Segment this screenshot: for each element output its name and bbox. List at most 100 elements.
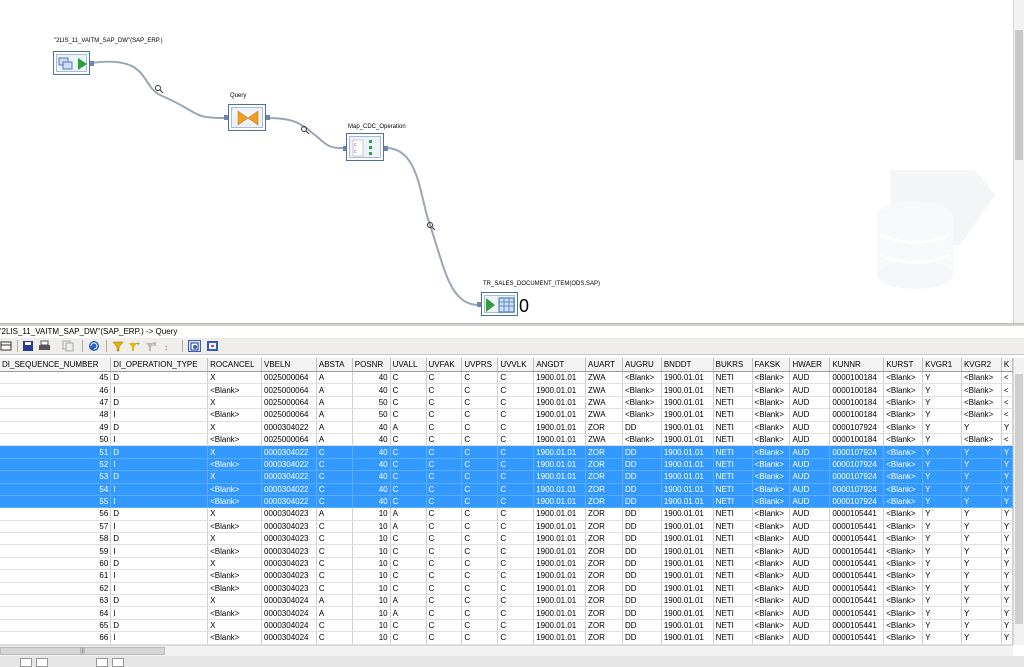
column-header[interactable]: ANGDT <box>533 358 587 372</box>
page-last-button[interactable] <box>112 658 124 667</box>
column-header[interactable]: AUGRU <box>622 358 662 372</box>
table-cell: 1900.01.01 <box>661 396 714 410</box>
refresh-icon[interactable] <box>88 340 101 352</box>
data-grid[interactable]: DI_SEQUENCE_NUMBER DI_OPERATION_TYPE ROCAN… <box>0 358 1013 645</box>
scrollbar-thumb[interactable]: ||| <box>0 647 165 655</box>
table-row[interactable]: 60 D X 0000304023 C 10 C C C C 1900.01.01 ZOR DD 1900… <box>0 557 1013 571</box>
table-row[interactable]: 66 I <Blank> 0000304024 C 10 C C C C 1900.01.01 ZOR… <box>0 631 1013 645</box>
column-header[interactable]: DI_SEQUENCE_NUMBER <box>0 358 112 372</box>
view-data-icon[interactable] <box>154 85 164 93</box>
table-row[interactable]: 64 I <Blank> 0000304024 A 10 A C C C 1900.01.01 ZOR… <box>0 606 1013 620</box>
table-cell: <Blank> <box>207 520 262 534</box>
page-next-button[interactable] <box>96 658 108 667</box>
table-row[interactable]: 45 D X 0025000064 A 40 C C C C 1900.01.01 ZWA <Blank… <box>0 371 1013 385</box>
column-header[interactable]: ROCANCEL <box>207 358 262 372</box>
table-cell: 52 <box>0 458 112 472</box>
table-row[interactable]: 52 I <Blank> 0000304022 C 40 C C C C 1900.01.01 ZOR… <box>0 458 1013 472</box>
column-header[interactable]: BNDDT <box>661 358 714 372</box>
column-header[interactable]: POSNR <box>352 358 391 372</box>
column-header[interactable]: KURST <box>883 358 924 372</box>
column-header[interactable]: UVFAK <box>426 358 463 372</box>
table-row[interactable]: 46 I <Blank> 0025000064 A 40 C C C C 1900.01.01 ZWA… <box>0 383 1013 397</box>
map-cdc-node[interactable]: c c <box>346 133 384 161</box>
table-row[interactable]: 54 I <Blank> 0000304022 C 40 C C C C 1900.01.01 ZOR… <box>0 483 1013 496</box>
source-node[interactable] <box>53 51 90 75</box>
page-prev-button[interactable] <box>36 658 48 667</box>
table-row[interactable]: 49 D X 0000304022 A 40 A C C C 1900.01.01 ZOR DD 1900… <box>0 421 1013 434</box>
table-cell: <Blank> <box>883 569 924 583</box>
table-row[interactable]: 56 D X 0000304023 A 10 A C C C 1900.01.01 ZOR DD 1900… <box>0 507 1013 521</box>
table-cell: C <box>426 470 463 484</box>
column-header[interactable]: FAKSK <box>752 358 791 372</box>
column-header[interactable]: UVALL <box>390 358 427 372</box>
table-row[interactable]: 48 I <Blank> 0025000064 A 50 C C C C 1900.01.01 ZWA… <box>0 408 1013 422</box>
table-cell: 0000107924 <box>829 470 885 484</box>
grid-icon[interactable] <box>0 340 13 352</box>
table-row[interactable]: 53 D X 0000304022 C 40 C C C C 1900.01.01 ZOR DD 1900… <box>0 470 1013 484</box>
column-header[interactable]: KUNNR <box>829 358 885 372</box>
table-cell: 1900.01.01 <box>533 421 587 434</box>
canvas-vertical-scrollbar[interactable] <box>1013 0 1024 323</box>
table-cell: C <box>497 606 535 620</box>
table-cell: DD <box>622 631 662 645</box>
column-header[interactable]: HWAER <box>789 358 831 372</box>
table-row[interactable]: 57 I <Blank> 0000304023 C 10 A C C C 1900.01.01 ZOR… <box>0 520 1013 534</box>
copy-icon[interactable] <box>62 340 75 352</box>
column-header[interactable]: BUKRS <box>713 358 753 372</box>
table-row[interactable]: 63 D X 0000304024 A 10 A C C C 1900.01.01 ZOR DD 1900… <box>0 594 1013 608</box>
view-data-icon[interactable] <box>426 222 436 230</box>
table-cell: C <box>390 371 427 385</box>
column-header[interactable]: ABSTA <box>316 358 353 372</box>
table-row[interactable]: 59 I <Blank> 0000304023 C 10 C C C C 1900.01.01 ZOR… <box>0 544 1013 558</box>
column-header[interactable]: VBELN <box>261 358 317 372</box>
table-cell: Y <box>922 371 962 385</box>
table-row[interactable]: 51 D X 0000304022 C 40 C C C C 1900.01.01 ZOR DD 1900… <box>0 445 1013 459</box>
column-header[interactable]: UVPRS <box>461 358 499 372</box>
dataflow-canvas[interactable]: "2LIS_11_VAITM_SAP_DW"(SAP_ERP.) Query M… <box>0 0 1013 323</box>
column-header[interactable]: UVVLK <box>497 358 535 372</box>
add-filter-icon[interactable]: + <box>128 340 141 352</box>
query-node[interactable] <box>228 104 266 131</box>
table-cell: ZOR <box>585 532 623 546</box>
compare-icon[interactable] <box>188 340 201 352</box>
table-row[interactable]: 62 I <Blank> 0000304023 C 10 C C C C 1900.01.01 ZOR… <box>0 582 1013 596</box>
remove-filter-icon[interactable]: x <box>145 340 158 352</box>
table-cell: A <box>390 520 427 534</box>
table-cell: 1900.01.01 <box>533 619 587 633</box>
scrollbar-thumb[interactable] <box>1015 374 1023 624</box>
column-header[interactable]: K <box>1001 358 1013 372</box>
save-icon[interactable] <box>22 340 35 352</box>
column-header[interactable]: DI_OPERATION_TYPE <box>110 358 209 372</box>
table-row[interactable]: 65 D X 0000304024 C 10 C C C C 1900.01.01 ZOR DD 1900… <box>0 619 1013 633</box>
source-table-icon <box>58 57 87 70</box>
filter-icon[interactable] <box>112 340 125 352</box>
view-icon[interactable] <box>206 340 219 352</box>
grid-vertical-scrollbar[interactable] <box>1013 358 1024 645</box>
table-cell: <Blank> <box>961 433 1002 447</box>
table-cell: 0025000064 <box>261 371 317 385</box>
grid-horizontal-scrollbar[interactable]: ||| <box>0 645 1013 656</box>
query-output-port[interactable] <box>266 115 270 120</box>
table-row[interactable]: 61 I <Blank> 0000304023 C 10 C C C C 1900.01.01 ZOR… <box>0 569 1013 583</box>
table-cell: C <box>461 606 499 620</box>
map-output-port[interactable] <box>384 146 388 151</box>
sort-icon[interactable]: ↕ <box>163 340 176 352</box>
page-first-button[interactable] <box>20 658 32 667</box>
column-header[interactable]: KVGR2 <box>961 358 1002 372</box>
print-icon[interactable] <box>38 340 51 352</box>
source-output-port[interactable] <box>90 61 94 66</box>
table-cell: C <box>461 619 499 633</box>
table-row[interactable]: 47 D X 0025000064 A 50 C C C C 1900.01.01 ZWA <Blank… <box>0 396 1013 410</box>
table-cell: I <box>110 383 209 397</box>
target-node[interactable] <box>481 292 518 316</box>
view-data-icon[interactable] <box>300 126 310 134</box>
scrollbar-thumb[interactable] <box>1015 30 1023 160</box>
table-cell: C <box>461 371 499 385</box>
table-row[interactable]: 58 D X 0000304023 C 10 C C C C 1900.01.01 ZOR DD 1900… <box>0 532 1013 546</box>
table-row[interactable]: 50 I <Blank> 0025000064 A 40 C C C C 1900.01.01 ZWA… <box>0 433 1013 447</box>
table-row[interactable]: 55 I <Blank> 0000304022 C 40 C C C C 1900.01.01 ZOR… <box>0 495 1013 509</box>
table-cell: 1900.01.01 <box>533 606 587 620</box>
table-cell: 1900.01.01 <box>533 507 587 521</box>
column-header[interactable]: AUART <box>585 358 623 372</box>
column-header[interactable]: KVGR1 <box>922 358 962 372</box>
